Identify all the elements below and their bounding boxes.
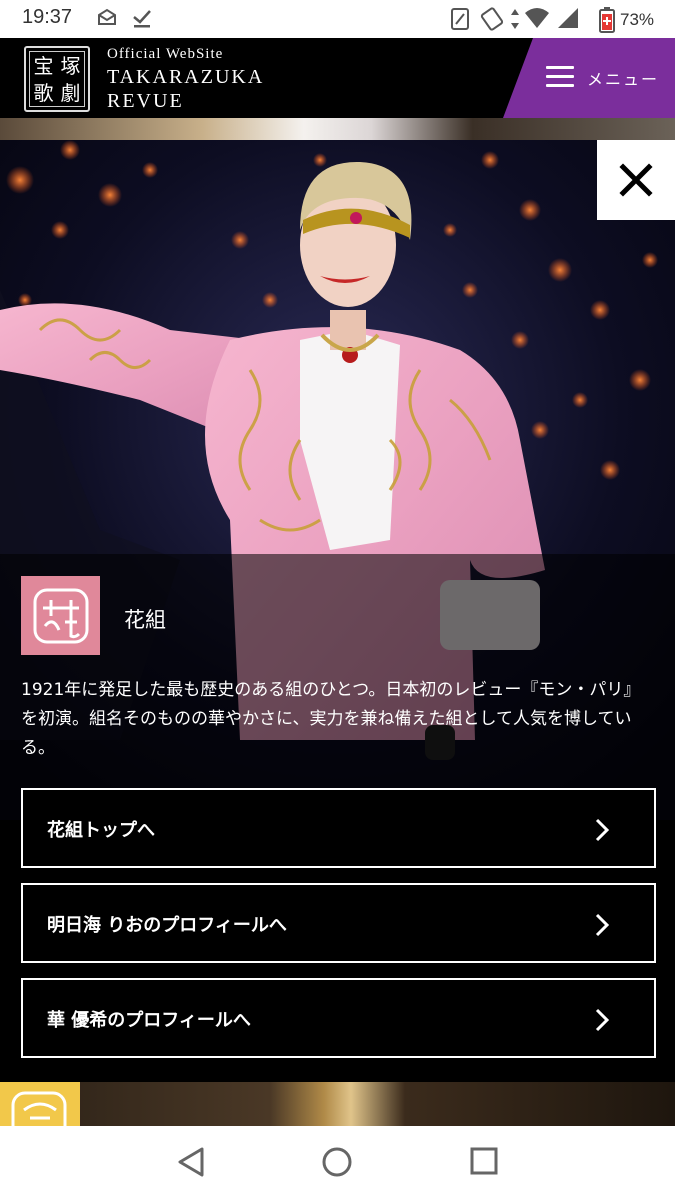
back-icon[interactable] [176, 1146, 206, 1178]
link-label: 花組トップへ [47, 820, 155, 841]
chevron-right-icon [595, 818, 610, 842]
hamburger-icon [546, 66, 574, 88]
wifi-icon [525, 8, 549, 28]
battery-icon [599, 7, 615, 33]
troupe-top-link-button[interactable]: 花組トップへ [21, 788, 656, 868]
troupe-emblem [21, 576, 100, 655]
top-musumeyaku-profile-link-button[interactable]: 華 優希のプロフィールへ [21, 978, 656, 1058]
link-label: 明日海 りおのプロフィールへ [47, 915, 287, 936]
email-icon [98, 8, 116, 25]
close-icon [619, 163, 653, 197]
logo-char: 歌 [33, 80, 54, 105]
chevron-right-icon [595, 1008, 610, 1032]
status-time: 19:37 [22, 6, 73, 28]
logo-char: 塚 [60, 53, 81, 78]
menu-label: メニュー [587, 70, 660, 89]
data-arrows-icon [511, 9, 519, 29]
status-bar: 19:37 73% [0, 0, 675, 38]
top-star-profile-link-button[interactable]: 明日海 りおのプロフィールへ [21, 883, 656, 963]
link-label: 華 優希のプロフィールへ [47, 1010, 251, 1031]
download-done-icon [133, 10, 151, 28]
battery-percent: 73% [620, 10, 655, 29]
troupe-description: 1921年に発足した最も歴史のある組のひとつ。日本初のレビュー『モン・パリ』を初… [21, 680, 641, 758]
background-banner-strip [0, 118, 675, 140]
recents-icon[interactable] [470, 1146, 498, 1176]
nfc-icon [451, 8, 469, 30]
troupe-modal: 花組 1921年に発足した最も歴史のある組のひとつ。日本初のレビュー『モン・パリ… [0, 140, 675, 1082]
menu-button[interactable]: メニュー [503, 38, 675, 118]
troupe-name: 花組 [124, 608, 166, 632]
signal-icon [558, 8, 578, 28]
site-logo[interactable]: 宝 塚 歌 劇 [24, 46, 90, 112]
brand-title-line2: REVUE [107, 90, 184, 112]
next-troupe-card[interactable] [0, 1082, 675, 1126]
android-nav-bar [0, 1126, 675, 1200]
flower-emblem-icon [33, 588, 88, 643]
rotate-icon [480, 7, 504, 31]
close-button[interactable] [597, 140, 675, 220]
home-icon[interactable] [321, 1146, 353, 1178]
moon-emblem-icon [11, 1091, 67, 1126]
brand-title-line1: TAKARAZUKA [107, 66, 265, 88]
logo-char: 劇 [60, 80, 81, 105]
logo-char: 宝 [33, 53, 54, 78]
next-troupe-emblem [0, 1082, 80, 1126]
site-header: 宝 塚 歌 劇 Official WebSite TAKARAZUKA REVU… [0, 38, 675, 118]
chevron-right-icon [595, 913, 610, 937]
brand-subtitle: Official WebSite [107, 46, 224, 62]
